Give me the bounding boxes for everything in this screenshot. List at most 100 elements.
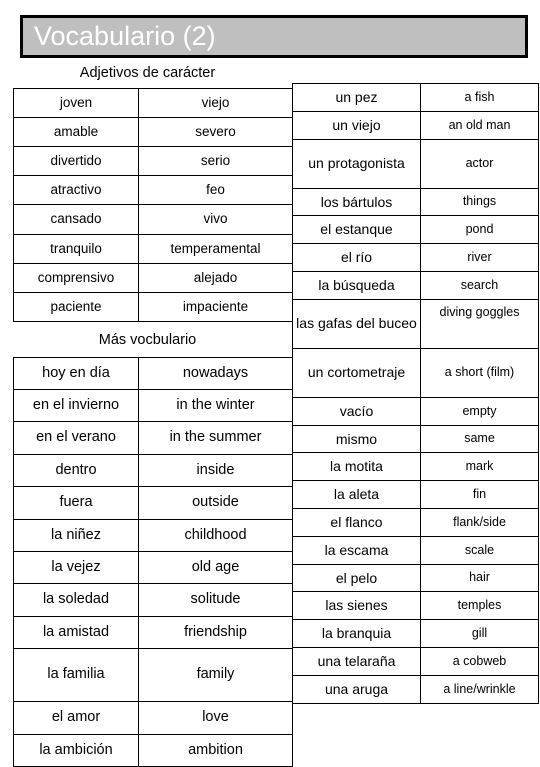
cell-english: scale [420,535,539,565]
cell-english: empty [420,396,539,426]
cell-english: a cobweb [420,646,539,676]
table-row: cansado vivo [13,204,293,235]
cell-spanish: el río [292,243,421,272]
cell-english: gill [420,619,539,648]
cell-spanish: cansado [13,204,139,235]
cell-english: childhood [138,518,293,552]
table-row: la branquia gill [292,619,539,648]
table-row: la niñez childhood [13,518,293,552]
vocabulary-table-sustantivos: un pez a fish un viejo an old man un protago… [292,83,539,704]
cell-english: feo [138,175,293,206]
table-row: la motita mark [292,452,539,482]
table-row: amable severo [13,116,293,147]
cell-spanish: la branquia [292,619,421,648]
table-row: la familia family [13,648,293,703]
table-row: un cortometraje a short (film) [292,347,539,398]
cell-english: same [420,424,539,454]
cell-english: friendship [138,615,293,650]
cell-english: inside [138,453,293,488]
cell-spanish: la ambición [13,733,139,767]
cell-spanish: una telaraña [292,646,421,676]
cell-spanish: vacío [292,396,421,426]
cell-spanish: el flanco [292,507,421,537]
cell-english: search [420,270,539,300]
table-row: los bártulos things [292,187,539,217]
cell-spanish: mismo [292,424,421,454]
table-row: las gafas del buceo diving goggles [292,298,539,349]
cell-english: pond [420,215,539,245]
cell-english: diving goggles [420,298,539,349]
cell-english: vivo [138,204,293,235]
cell-english: temperamental [138,233,293,264]
table-row: fuera outside [13,486,293,520]
table-row: la escama scale [292,535,539,565]
table-row: vacío empty [292,396,539,426]
table-row: la ambición ambition [13,733,293,767]
slide-title-bar: Vocabulario (2) [20,15,528,58]
cell-spanish: la aleta [292,480,421,509]
table-row: un protagonista actor [292,138,539,189]
cell-spanish: comprensivo [13,262,139,293]
cell-spanish: dentro [13,453,139,488]
table-row: el flanco flank/side [292,507,539,537]
cell-spanish: la búsqueda [292,270,421,300]
cell-spanish: la motita [292,452,421,482]
table-row: el pelo hair [292,563,539,593]
cell-spanish: la vejez [13,550,139,585]
cell-spanish: fuera [13,486,139,520]
cell-english: impaciente [138,291,293,323]
cell-spanish: el amor [13,701,139,735]
cell-english: mark [420,452,539,482]
vocabulary-table-adjetivos: joven viejo amable severo divertido serio atra… [13,87,293,323]
cell-spanish: el pelo [292,563,421,593]
table-row: un pez a fish [292,83,539,112]
cell-spanish: las sienes [292,591,421,621]
cell-spanish: tranquilo [13,233,139,264]
table-row: la vejez old age [13,550,293,585]
cell-english: a line/wrinkle [420,674,539,704]
cell-spanish: un pez [292,83,421,112]
table-row: la amistad friendship [13,615,293,650]
table-row: en el invierno in the winter [13,389,293,423]
cell-spanish: un viejo [292,110,421,140]
cell-spanish: las gafas del buceo [292,298,421,349]
cell-spanish: hoy en día [13,356,139,391]
table-row: una aruga a line/wrinkle [292,674,539,704]
cell-english: fin [420,480,539,509]
cell-english: serio [138,145,293,177]
table-row: hoy en día nowadays [13,356,293,391]
table-row: paciente impaciente [13,291,293,323]
cell-spanish: atractivo [13,175,139,206]
table-row: el río river [292,243,539,272]
table-row: un viejo an old man [292,110,539,140]
cell-english: severo [138,116,293,147]
table-row: en el verano in the summer [13,421,293,455]
page-title: Vocabulario (2) [34,21,216,51]
cell-english: an old man [420,110,539,140]
table-row: tranquilo temperamental [13,233,293,264]
cell-spanish: un protagonista [292,138,421,189]
cell-english: outside [138,486,293,520]
table-row: divertido serio [13,145,293,177]
table-row: comprensivo alejado [13,262,293,293]
cell-spanish: el estanque [292,215,421,245]
table-row: el estanque pond [292,215,539,245]
cell-spanish: amable [13,116,139,147]
cell-english: river [420,243,539,272]
table-row: mismo same [292,424,539,454]
table-row: joven viejo [13,87,293,118]
section-heading-mas-vocabulario: Más vocbulario [98,332,197,349]
cell-spanish: la niñez [13,518,139,552]
table-row: las sienes temples [292,591,539,621]
table-row: la soledad solitude [13,583,293,617]
table-row: el amor love [13,701,293,735]
section-heading-adjetivos: Adjetivos de carácter [79,65,216,81]
cell-spanish: la amistad [13,615,139,650]
cell-spanish: en el invierno [13,389,139,423]
cell-spanish: la familia [13,648,139,703]
cell-english: family [138,648,293,703]
cell-spanish: en el verano [13,421,139,455]
cell-spanish: un cortometraje [292,347,421,398]
table-row: la búsqueda search [292,270,539,300]
cell-english: temples [420,591,539,621]
